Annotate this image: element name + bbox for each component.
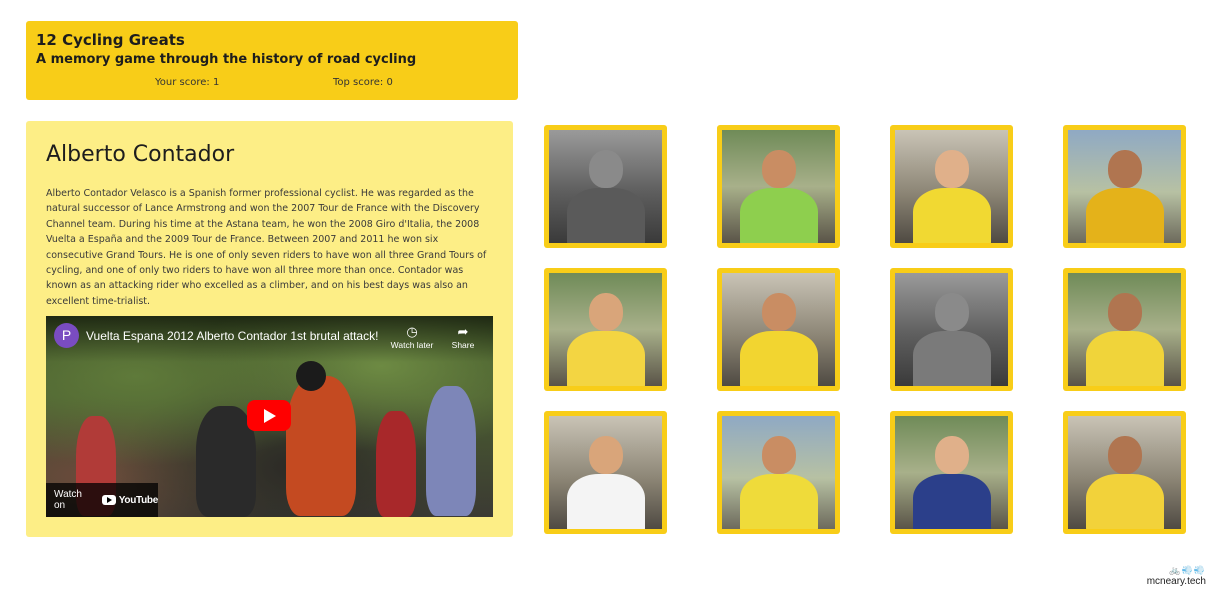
- clock-icon: ◷: [406, 324, 418, 339]
- rider-card[interactable]: [717, 125, 840, 248]
- channel-avatar[interactable]: P: [54, 323, 79, 348]
- rider-photo: [895, 273, 1008, 386]
- play-button[interactable]: [247, 400, 291, 431]
- watch-later-label: Watch later: [390, 340, 434, 350]
- bike-emoji: 🚲💨💨: [1169, 565, 1206, 575]
- watch-on-label: Watch on: [54, 489, 82, 511]
- rider-card[interactable]: [717, 268, 840, 391]
- rider-photo: [1068, 416, 1181, 529]
- rider-photo: [895, 130, 1008, 243]
- rider-card[interactable]: [1063, 411, 1186, 534]
- game-title: 12 Cycling Greats: [36, 31, 185, 49]
- rider-photo: [1068, 130, 1181, 243]
- rider-card[interactable]: [544, 411, 667, 534]
- footer: 🚲💨💨 mcneary.tech: [1147, 565, 1206, 587]
- watch-later-button[interactable]: ◷ Watch later: [388, 323, 436, 350]
- top-score: Top score: 0: [333, 77, 393, 88]
- rider-photo: [722, 130, 835, 243]
- rider-card[interactable]: [544, 268, 667, 391]
- video-embed[interactable]: P Vuelta Espana 2012 Alberto Contador 1s…: [46, 316, 493, 517]
- youtube-label: YouTube: [118, 494, 159, 506]
- rider-name: Alberto Contador: [46, 142, 235, 167]
- rider-card[interactable]: [544, 125, 667, 248]
- rider-card[interactable]: [1063, 125, 1186, 248]
- your-score: Your score: 1: [155, 77, 220, 88]
- rider-photo: [895, 416, 1008, 529]
- watch-on-youtube-button[interactable]: Watch on YouTube: [46, 483, 158, 517]
- rider-bio: Alberto Contador Velasco is a Spanish fo…: [46, 188, 487, 307]
- rider-info-panel: Alberto Contador Alberto Contador Velasc…: [26, 121, 513, 537]
- rider-card[interactable]: [890, 125, 1013, 248]
- share-label: Share: [451, 340, 475, 350]
- rider-photo: [549, 416, 662, 529]
- game-header: 12 Cycling Greats A memory game through …: [26, 21, 518, 100]
- rider-photo: [549, 273, 662, 386]
- rider-photo: [722, 416, 835, 529]
- site-link[interactable]: mcneary.tech: [1147, 576, 1206, 587]
- rider-photo: [549, 130, 662, 243]
- rider-photo: [722, 273, 835, 386]
- youtube-logo-icon: [101, 495, 116, 505]
- video-title[interactable]: Vuelta Espana 2012 Alberto Contador 1st …: [86, 329, 378, 343]
- share-button[interactable]: ➦ Share: [439, 323, 487, 350]
- share-arrow-icon: ➦: [457, 324, 469, 339]
- rider-card[interactable]: [1063, 268, 1186, 391]
- rider-photo: [1068, 273, 1181, 386]
- game-subtitle: A memory game through the history of roa…: [36, 52, 417, 67]
- rider-card[interactable]: [717, 411, 840, 534]
- rider-card[interactable]: [890, 411, 1013, 534]
- rider-card[interactable]: [890, 268, 1013, 391]
